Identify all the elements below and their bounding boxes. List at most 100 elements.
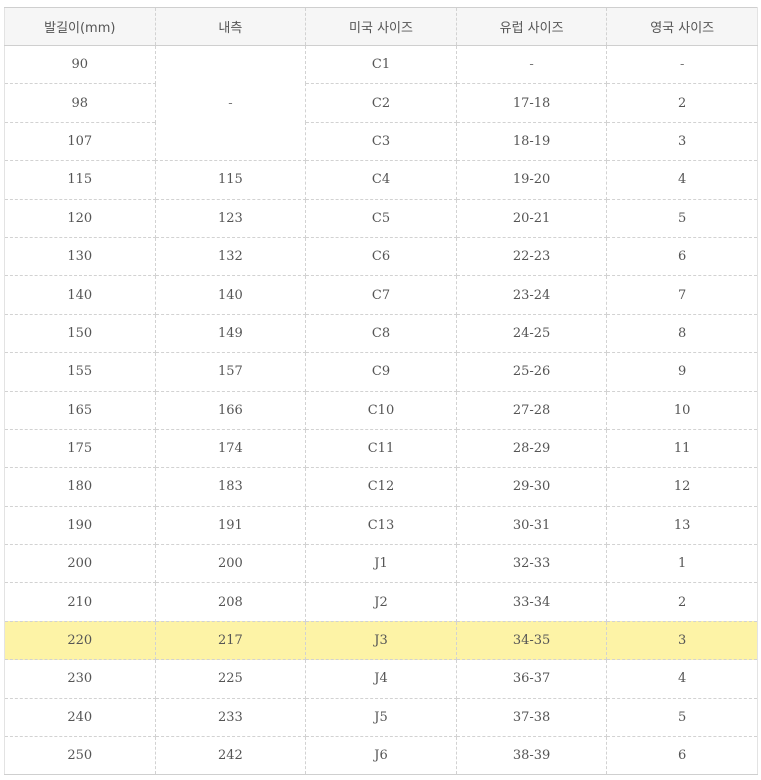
cell-foot-length: 210 (4, 582, 156, 622)
cell-uk-size: 3 (606, 621, 758, 661)
table-row: 98 C2 17-18 2 (4, 83, 758, 123)
cell-uk-size: 10 (606, 391, 758, 430)
cell-foot-length: 130 (4, 237, 156, 277)
cell-eu-size: 24-25 (455, 314, 608, 354)
cell-eu-size: 38-39 (455, 736, 608, 776)
table-row: 230 225 J4 36-37 4 (4, 659, 758, 699)
cell-us-size: J5 (305, 698, 457, 738)
cell-uk-size: 12 (606, 467, 758, 507)
cell-uk-size: 2 (606, 83, 758, 123)
cell-eu-size: 27-28 (455, 391, 608, 430)
cell-inner-length: 217 (154, 621, 307, 661)
cell-foot-length: 200 (4, 544, 156, 584)
cell-foot-length: 220 (4, 621, 156, 661)
cell-us-size: J1 (305, 544, 457, 584)
cell-us-size: C12 (305, 467, 457, 507)
table-row: 250 242 J6 38-39 6 (4, 736, 758, 776)
cell-foot-length: 165 (4, 391, 156, 430)
cell-inner-length: 157 (154, 352, 307, 392)
cell-foot-length: 115 (4, 160, 156, 200)
cell-eu-size: 28-29 (455, 429, 608, 469)
cell-foot-length: 120 (4, 199, 156, 238)
cell-us-size: C7 (305, 275, 457, 315)
table-row-highlighted: 220 217 J3 34-35 3 (4, 621, 758, 661)
cell-us-size: J2 (305, 582, 457, 622)
cell-eu-size: 36-37 (455, 659, 608, 699)
cell-eu-size: 30-31 (455, 506, 608, 546)
cell-uk-size: 11 (606, 429, 758, 469)
table-row: 180 183 C12 29-30 12 (4, 467, 758, 507)
cell-us-size: C6 (305, 237, 457, 277)
cell-inner-length: 191 (154, 506, 307, 546)
cell-us-size: C4 (305, 160, 457, 200)
size-chart-container: 발길이(mm) 내측 미국 사이즈 유럽 사이즈 영국 사이즈 90- C1- -9… (4, 7, 758, 776)
cell-us-size: C2 (305, 83, 457, 123)
cell-us-size: C5 (305, 199, 457, 238)
cell-inner-length-merged: - (154, 45, 307, 162)
cell-inner-length: 174 (154, 429, 307, 469)
table-row: 200 200 J1 32-33 1 (4, 544, 758, 584)
cell-us-size: J4 (305, 659, 457, 699)
cell-eu-size: - (455, 45, 608, 85)
cell-inner-length: 149 (154, 314, 307, 354)
cell-eu-size: 34-35 (455, 621, 608, 661)
cell-us-size: C9 (305, 352, 457, 392)
cell-inner-length: 208 (154, 582, 307, 622)
cell-inner-length: 242 (154, 736, 307, 776)
cell-eu-size: 23-24 (455, 275, 608, 315)
cell-us-size: C3 (305, 122, 457, 162)
header-foot-length: 발길이(mm) (4, 7, 156, 46)
cell-uk-size: 4 (606, 659, 758, 699)
cell-us-size: C13 (305, 506, 457, 546)
cell-uk-size: 13 (606, 506, 758, 546)
cell-eu-size: 32-33 (455, 544, 608, 584)
table-row: 240 233 J5 37-38 5 (4, 698, 758, 738)
table-row: 140 140 C7 23-24 7 (4, 275, 758, 315)
cell-inner-length: 183 (154, 467, 307, 507)
cell-us-size: J6 (305, 736, 457, 776)
cell-inner-length: 200 (154, 544, 307, 584)
header-row: 발길이(mm) 내측 미국 사이즈 유럽 사이즈 영국 사이즈 (4, 7, 758, 46)
table-row: 130 132 C6 22-23 6 (4, 237, 758, 277)
cell-uk-size: 8 (606, 314, 758, 354)
table-row: 120 123 C5 20-21 5 (4, 199, 758, 238)
cell-foot-length: 240 (4, 698, 156, 738)
cell-foot-length: 140 (4, 275, 156, 315)
cell-inner-length: 115 (154, 160, 307, 200)
cell-eu-size: 25-26 (455, 352, 608, 392)
shoe-size-table: 발길이(mm) 내측 미국 사이즈 유럽 사이즈 영국 사이즈 90- C1- -9… (4, 7, 758, 776)
cell-eu-size: 20-21 (455, 199, 608, 238)
table-row: 165 166 C10 27-28 10 (4, 391, 758, 430)
cell-foot-length: 107 (4, 122, 156, 162)
table-row: 190 191 C13 30-31 13 (4, 506, 758, 546)
table-row: 150 149 C8 24-25 8 (4, 314, 758, 354)
cell-eu-size: 22-23 (455, 237, 608, 277)
cell-eu-size: 33-34 (455, 582, 608, 622)
cell-inner-length: 166 (154, 391, 307, 430)
cell-foot-length: 98 (4, 83, 156, 123)
cell-eu-size: 18-19 (455, 122, 608, 162)
cell-foot-length: 230 (4, 659, 156, 699)
cell-us-size: J3 (305, 621, 457, 661)
table-header: 발길이(mm) 내측 미국 사이즈 유럽 사이즈 영국 사이즈 (4, 7, 758, 46)
cell-foot-length: 90 (4, 45, 156, 85)
cell-uk-size: 1 (606, 544, 758, 584)
cell-foot-length: 150 (4, 314, 156, 354)
table-row: 107 C3 18-19 3 (4, 122, 758, 162)
cell-inner-length: 123 (154, 199, 307, 238)
cell-inner-length: 233 (154, 698, 307, 738)
table-body: 90- C1- -98 C2 17-18 2 107 C3 18-19 3 115 115 C4 19-2… (4, 45, 758, 776)
header-inner-length: 내측 (154, 7, 307, 46)
table-row: 210 208 J2 33-34 2 (4, 582, 758, 622)
cell-eu-size: 17-18 (455, 83, 608, 123)
cell-uk-size: 5 (606, 698, 758, 738)
cell-inner-length: 225 (154, 659, 307, 699)
cell-uk-size: 6 (606, 237, 758, 277)
cell-inner-length: 132 (154, 237, 307, 277)
cell-foot-length: 180 (4, 467, 156, 507)
header-uk-size: 영국 사이즈 (606, 7, 758, 46)
cell-uk-size: - (606, 45, 758, 85)
table-row: 115 115 C4 19-20 4 (4, 160, 758, 200)
cell-uk-size: 2 (606, 582, 758, 622)
cell-us-size: C1 (305, 45, 457, 85)
